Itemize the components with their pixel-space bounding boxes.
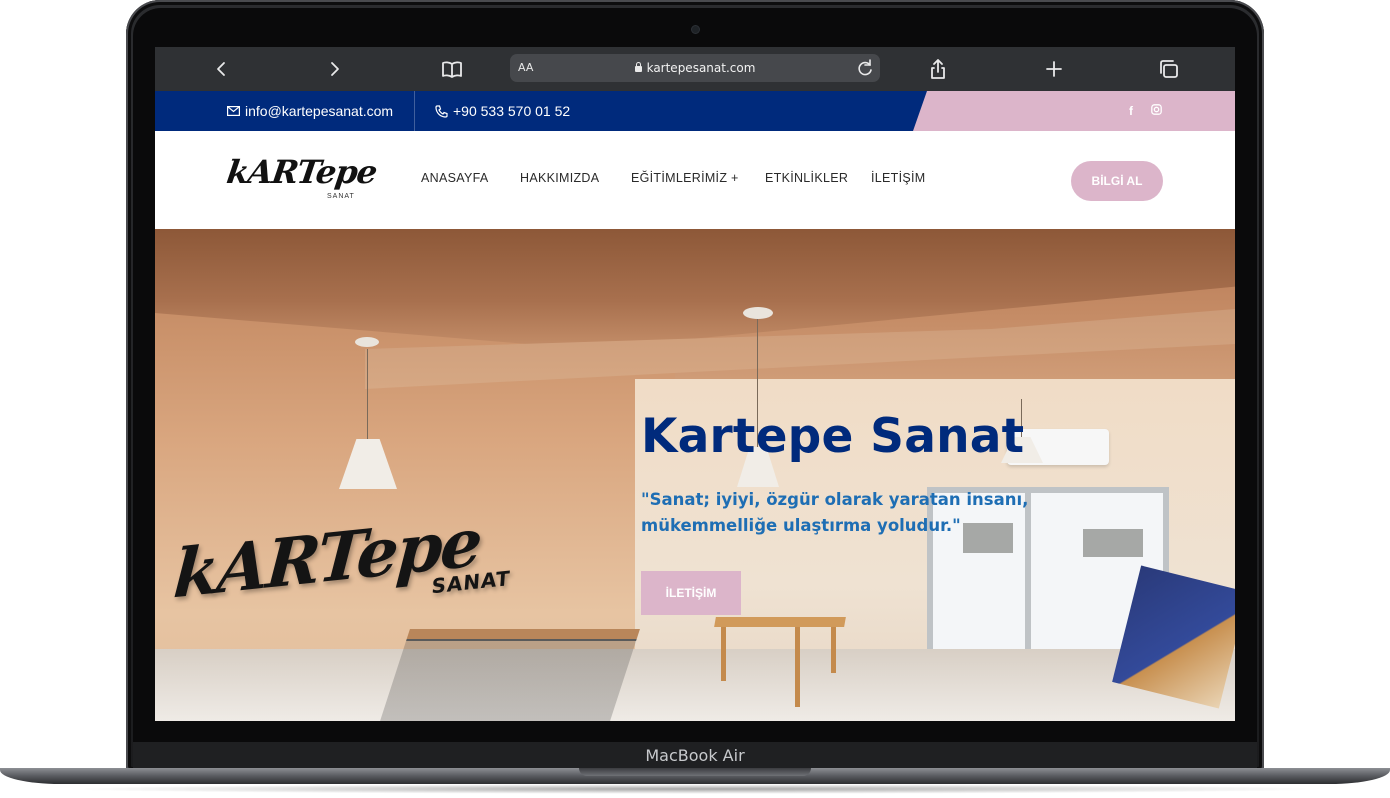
hero-photo-table <box>714 617 846 627</box>
nav-item-egitimlerimiz[interactable]: EĞİTİMLERİMİZ + <box>631 171 739 185</box>
tabs-icon[interactable] <box>1155 47 1183 91</box>
contact-bar-accent <box>913 91 1235 131</box>
phone-icon <box>435 104 448 118</box>
instagram-icon[interactable] <box>1151 103 1162 119</box>
camera-icon <box>692 26 699 33</box>
laptop-notch <box>579 768 811 776</box>
nav-item-hakkimizda[interactable]: HAKKIMIZDA <box>520 171 599 185</box>
forward-icon[interactable] <box>321 47 349 91</box>
browser-toolbar: AA kartepesanat.com <box>155 47 1235 91</box>
laptop-shadow <box>60 784 1330 794</box>
address-bar[interactable]: AA kartepesanat.com <box>510 54 880 82</box>
info-request-button[interactable]: BİLGİ AL <box>1071 161 1163 201</box>
url-display[interactable]: kartepesanat.com <box>510 61 880 75</box>
reload-icon[interactable] <box>856 58 874 83</box>
hero-photo-floor <box>155 649 1235 721</box>
lock-icon <box>634 62 642 72</box>
logo-wordmark: kARTepe <box>224 153 379 191</box>
hero-photo-shelf <box>380 629 640 721</box>
email-link[interactable]: info@kartepesanat.com <box>227 91 393 131</box>
bookmarks-icon[interactable] <box>439 47 465 91</box>
nav-item-etkinlikler[interactable]: ETKİNLİKLER <box>765 171 848 185</box>
nav-item-anasayfa[interactable]: ANASAYFA <box>421 171 488 185</box>
phone-text: +90 533 570 01 52 <box>453 103 571 119</box>
email-text: info@kartepesanat.com <box>245 103 394 119</box>
main-navbar: kARTepe SANAT ANASAYFA HAKKIMIZDA EĞİTİM… <box>155 131 1235 229</box>
contact-bar: info@kartepesanat.com +90 533 570 01 52 … <box>155 91 1235 131</box>
phone-link[interactable]: +90 533 570 01 52 <box>435 91 570 131</box>
hero-quote: "Sanat; iyiyi, özgür olarak yaratan insa… <box>641 490 1029 535</box>
hero-section: kARTepe SANAT Kartepe Sanat "Sanat; iyiy… <box>155 229 1235 721</box>
new-tab-icon[interactable] <box>1041 47 1067 91</box>
facebook-icon[interactable]: f <box>1129 103 1133 119</box>
contact-divider <box>414 91 415 131</box>
hero-title: Kartepe Sanat <box>641 409 1025 464</box>
laptop-chin: MacBook Air <box>133 742 1257 768</box>
logo-subtitle: SANAT <box>327 193 355 200</box>
mail-icon <box>227 106 240 116</box>
nav-item-iletisim[interactable]: İLETİŞİM <box>871 171 926 185</box>
hero-contact-button[interactable]: İLETİŞİM <box>641 571 741 615</box>
url-text: kartepesanat.com <box>646 61 756 75</box>
back-icon[interactable] <box>207 47 235 91</box>
site-logo[interactable]: kARTepe SANAT <box>224 153 379 205</box>
browser-screen: AA kartepesanat.com info@kartepesanat.co… <box>155 47 1235 721</box>
device-label: MacBook Air <box>645 745 745 765</box>
share-icon[interactable] <box>925 47 951 91</box>
